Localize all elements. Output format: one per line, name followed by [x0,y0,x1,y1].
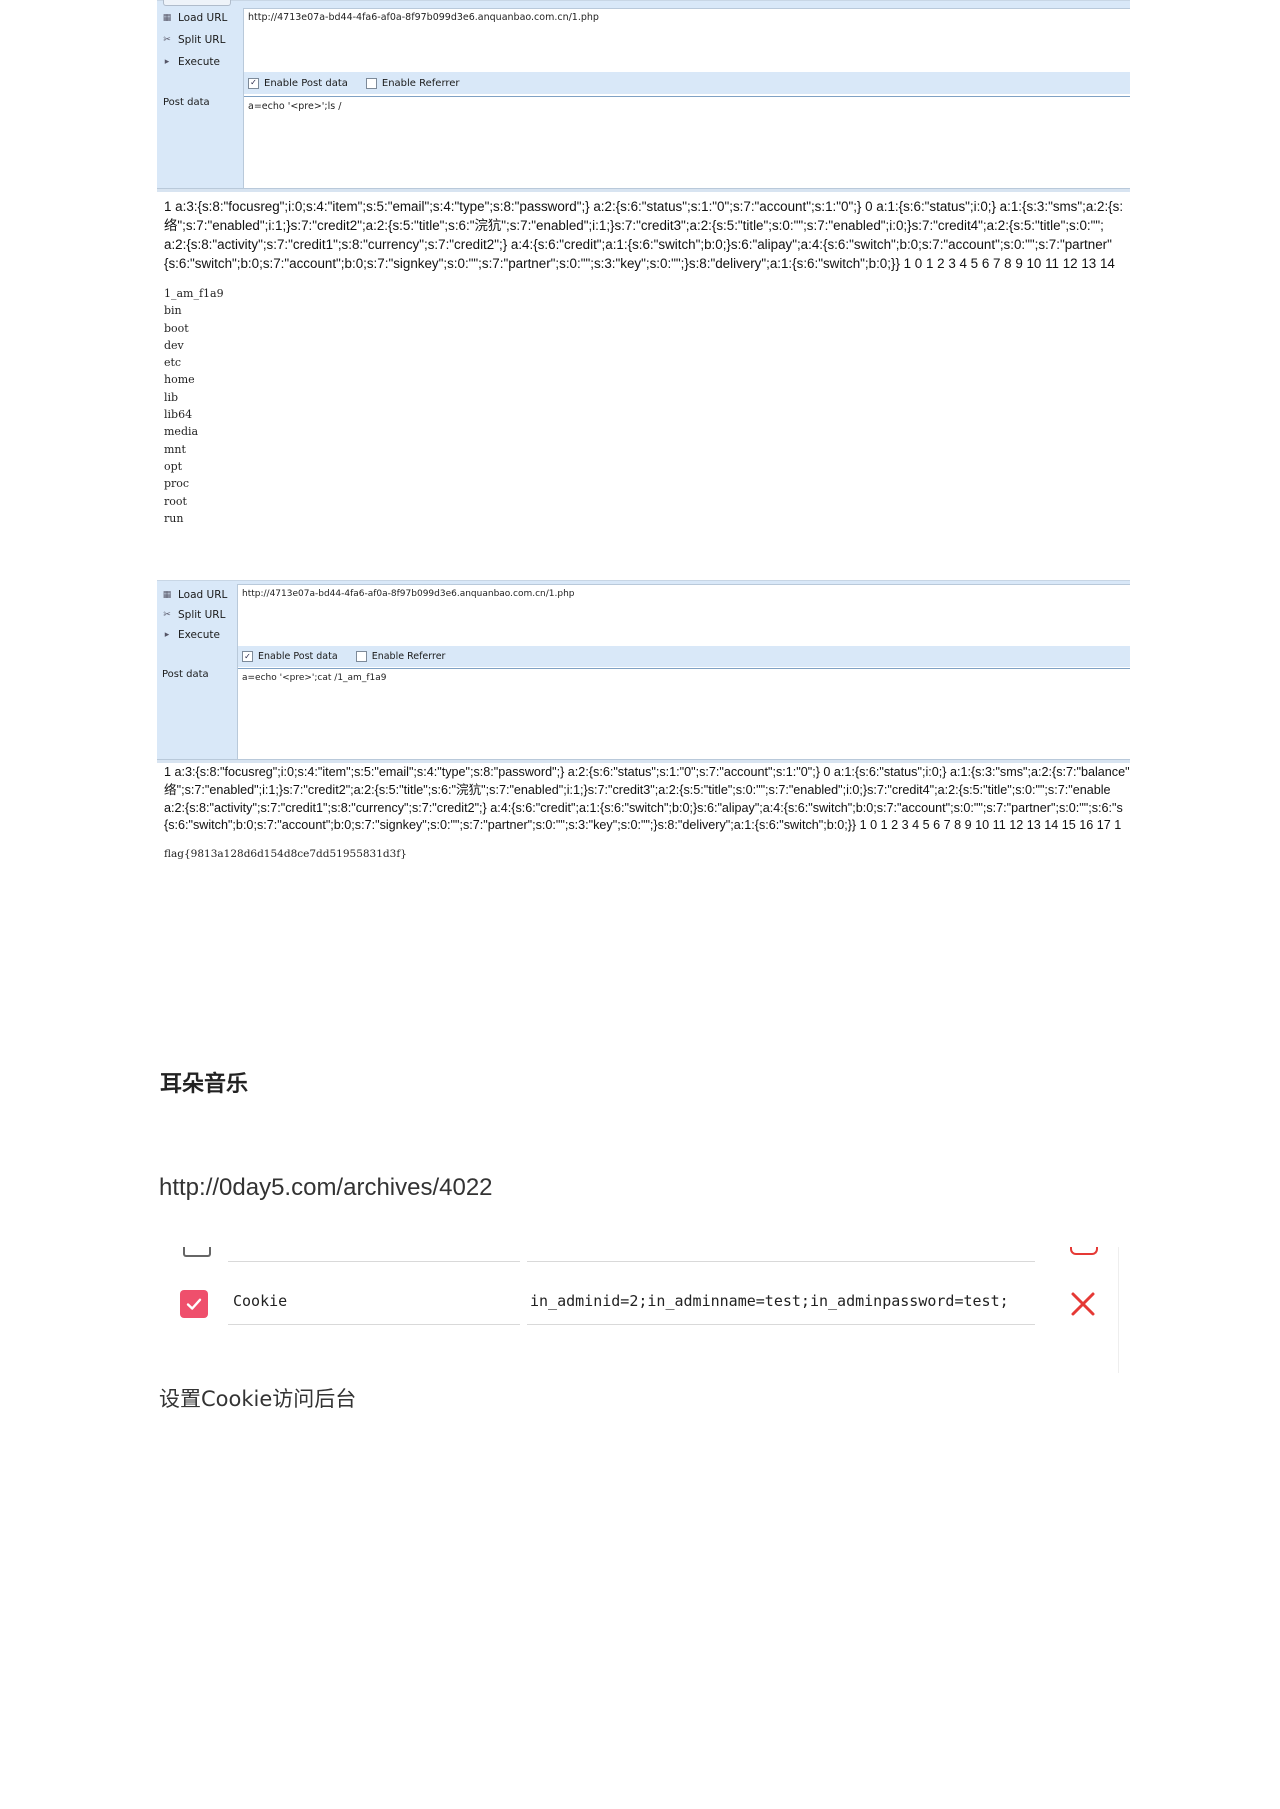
cookie-editor: Cookie in_adminid=2;in_adminname=test;in… [160,1247,1120,1373]
enable-post-checkbox[interactable]: ✓ Enable Post data [248,77,348,89]
flag-output: flag{9813a128d6d154d8ce7dd51955831d3f} [164,848,407,860]
execute-button[interactable]: ▸ Execute [161,629,220,641]
output-line: a:2:{s:8:"activity";s:7:"credit1";s:8:"c… [164,237,1112,252]
enable-referrer-checkbox[interactable]: Enable Referrer [355,651,446,662]
header-value-field[interactable]: in_adminid=2;in_adminname=test;in_adminp… [527,1277,1035,1325]
output-line: 络";s:7:"enabled";i:1;}s:7:"credit2";a:2:… [164,782,1111,797]
output-line: 络";s:7:"enabled";i:1;}s:7:"credit2";a:2:… [164,218,1104,233]
hackbar-sidebar: ▦ Load URL ✂ Split URL ▸ Execute Post da… [157,581,238,760]
hackbar-sidebar: ▦ Load URL ✂ Split URL ▸ Execute Post da… [157,0,244,189]
hackbar-panel-2: ▦ Load URL ✂ Split URL ▸ Execute Post da… [157,580,1130,870]
cookie-enabled-checkbox[interactable] [180,1290,208,1318]
hackbar-toolbar: ▦ Load URL ✂ Split URL ▸ Execute Post da… [157,0,1130,189]
load-url-button[interactable]: ▦ Load URL [161,589,228,601]
load-url-button[interactable]: ▦ Load URL [161,12,228,24]
load-url-label: Load URL [178,12,228,24]
dir-entry: media [164,425,199,439]
url-input[interactable]: http://4713e07a-bd44-4fa6-af0a-8f97b099d… [248,12,1118,67]
post-data-label: Post data [162,669,209,680]
enable-referrer-checkbox[interactable]: Enable Referrer [365,77,460,89]
checkbox-checked-icon: ✓ [242,651,253,662]
checkbox-checked-icon: ✓ [248,77,259,89]
post-data-input[interactable]: a=echo '<pre>';ls / [244,96,1130,188]
load-url-icon: ▦ [162,13,172,23]
check-icon [186,1298,202,1310]
header-name-field[interactable]: Cookie [228,1277,520,1325]
enable-post-label: Enable Post data [264,77,348,89]
enable-post-label: Enable Post data [258,651,338,662]
section-heading: 耳朵音乐 [160,1072,249,1097]
previous-row-delete-icon [1070,1247,1098,1255]
dir-entry: proc [164,477,190,491]
serialized-output: 1 a:3:{s:8:"focusreg";i:0;s:4:"item";s:5… [164,197,1130,273]
hackbar-separator [157,759,1130,763]
dir-entry: bin [164,304,182,318]
checkbox-empty-icon [355,651,367,662]
split-url-button[interactable]: ✂ Split URL [161,609,225,621]
dir-entry: lib [164,390,179,404]
post-data-label: Post data [163,97,210,108]
split-url-icon: ✂ [163,610,171,620]
execute-button[interactable]: ▸ Execute [161,56,220,68]
dir-entry: run [164,511,184,525]
execute-label: Execute [178,629,220,641]
dir-entry: home [164,373,195,387]
dir-entry: mnt [164,442,186,456]
split-url-button[interactable]: ✂ Split URL [161,34,225,46]
cookie-header-row: Cookie in_adminid=2;in_adminname=test;in… [160,1277,1120,1327]
dir-entry: etc [164,356,182,370]
hackbar-toolbar: ▦ Load URL ✂ Split URL ▸ Execute Post da… [157,580,1130,760]
url-input[interactable]: http://4713e07a-bd44-4fa6-af0a-8f97b099d… [242,589,1122,639]
load-url-icon: ▦ [162,590,172,600]
reference-link[interactable]: http://0day5.com/archives/4022 [159,1174,493,1202]
execute-icon: ▸ [164,57,170,67]
hackbar-panel-1: ▦ Load URL ✂ Split URL ▸ Execute Post da… [157,0,1130,540]
split-url-label: Split URL [178,609,226,621]
hackbar-separator [157,188,1130,192]
previous-row-divider [228,1261,520,1262]
dir-entry: 1_am_f1a9 [164,287,224,300]
execute-label: Execute [178,56,220,68]
output-line: 1 a:3:{s:8:"focusreg";i:0;s:4:"item";s:5… [164,199,1124,214]
dir-entry: boot [164,321,189,335]
delete-row-icon[interactable] [1068,1289,1098,1319]
load-url-label: Load URL [178,589,228,601]
enable-referrer-label: Enable Referrer [381,77,460,89]
output-line: {s:6:"switch";b:0;s:7:"account";b:0;s:7:… [164,256,1115,271]
output-line: a:2:{s:8:"activity";s:7:"credit1";s:8:"c… [164,800,1123,815]
dir-entry: root [164,494,187,508]
enable-referrer-label: Enable Referrer [371,651,446,662]
post-data-input[interactable]: a=echo '<pre>';cat /1_am_f1a9 [238,668,1130,758]
image-caption: 设置Cookie访问后台 [159,1387,357,1411]
split-url-icon: ✂ [163,35,171,45]
execute-icon: ▸ [164,630,170,640]
url-field-top-border [237,581,1130,585]
url-field-top-border [243,1,1130,9]
serialized-output: 1 a:3:{s:8:"focusreg";i:0;s:4:"item";s:5… [164,764,1130,835]
previous-row-divider [527,1261,1035,1262]
output-line: 1 a:3:{s:8:"focusreg";i:0;s:4:"item";s:5… [164,765,1130,779]
dir-entry: lib64 [164,408,193,422]
output-line: {s:6:"switch";b:0;s:7:"account";b:0;s:7:… [164,818,1122,833]
dir-entry: opt [164,459,183,473]
checkbox-empty-icon [365,77,377,89]
options-bar: ✓ Enable Post data Enable Referrer [244,72,1130,94]
options-bar: ✓ Enable Post data Enable Referrer [238,646,1130,667]
directory-listing: 1_am_f1a9 bin boot dev etc home lib lib6… [164,285,224,533]
enable-post-checkbox[interactable]: ✓ Enable Post data [242,651,338,662]
dir-entry: dev [164,338,184,352]
split-url-label: Split URL [178,34,226,46]
previous-row-checkbox [183,1247,211,1257]
hackbar-tab-edge [163,0,231,6]
